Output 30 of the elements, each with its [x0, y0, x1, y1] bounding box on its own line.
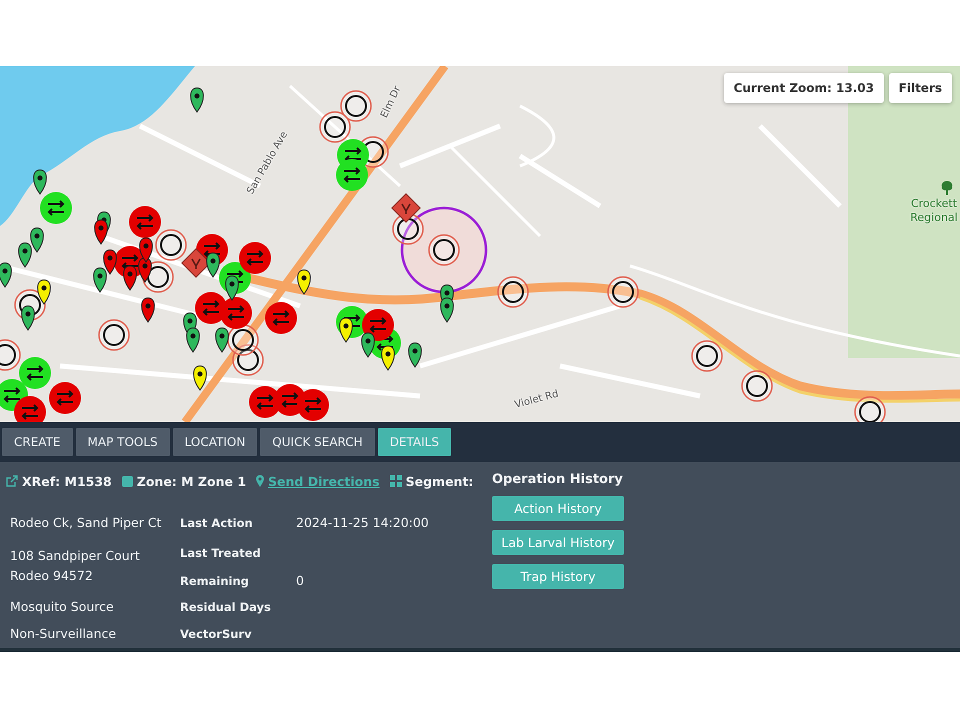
send-directions-link[interactable]: Send Directions — [268, 474, 380, 488]
field-label: Last Action — [179, 515, 254, 532]
filters-button[interactable]: Filters — [888, 73, 952, 103]
external-link-icon[interactable] — [6, 475, 18, 487]
field-label: Residual Days — [179, 599, 272, 616]
field-label: Last Treated — [179, 545, 262, 562]
site-type: Mosquito Source — [9, 598, 115, 616]
field-label: Remaining — [179, 573, 250, 590]
field-label: VectorSurv — [179, 626, 253, 643]
surveillance-status: Non-Surveillance — [9, 625, 118, 643]
street-label: Violet Rd — [514, 388, 560, 411]
zoom-level-label: Current Zoom: 13.03 — [724, 73, 884, 103]
zone-label: Zone: M Zone 1 — [136, 474, 246, 488]
park-label: Crockett Regional — [909, 197, 959, 225]
tab[interactable]: MAP TOOLS — [76, 428, 170, 456]
zone-square-icon — [122, 476, 133, 486]
street-label: Elm Dr — [379, 84, 404, 120]
map-pin-icon — [256, 475, 264, 487]
tree-icon — [941, 181, 953, 195]
tab[interactable]: LOCATION — [172, 428, 258, 456]
segment-label: Segment: — [406, 474, 474, 488]
grid-icon — [390, 475, 402, 487]
xref-label: XRef: M1538 — [22, 474, 112, 488]
operation-history-heading: Operation History — [492, 472, 624, 487]
site-address: 108 Sandpiper Court Rodeo 94572 — [9, 547, 141, 585]
field-value: 2024-11-25 14:20:00 — [295, 514, 430, 532]
site-name: Rodeo Ck, Sand Piper Ct — [9, 514, 162, 532]
tab[interactable]: CREATE — [2, 428, 72, 456]
field-value: 0 — [295, 572, 305, 590]
tab[interactable]: QUICK SEARCH — [260, 428, 375, 456]
